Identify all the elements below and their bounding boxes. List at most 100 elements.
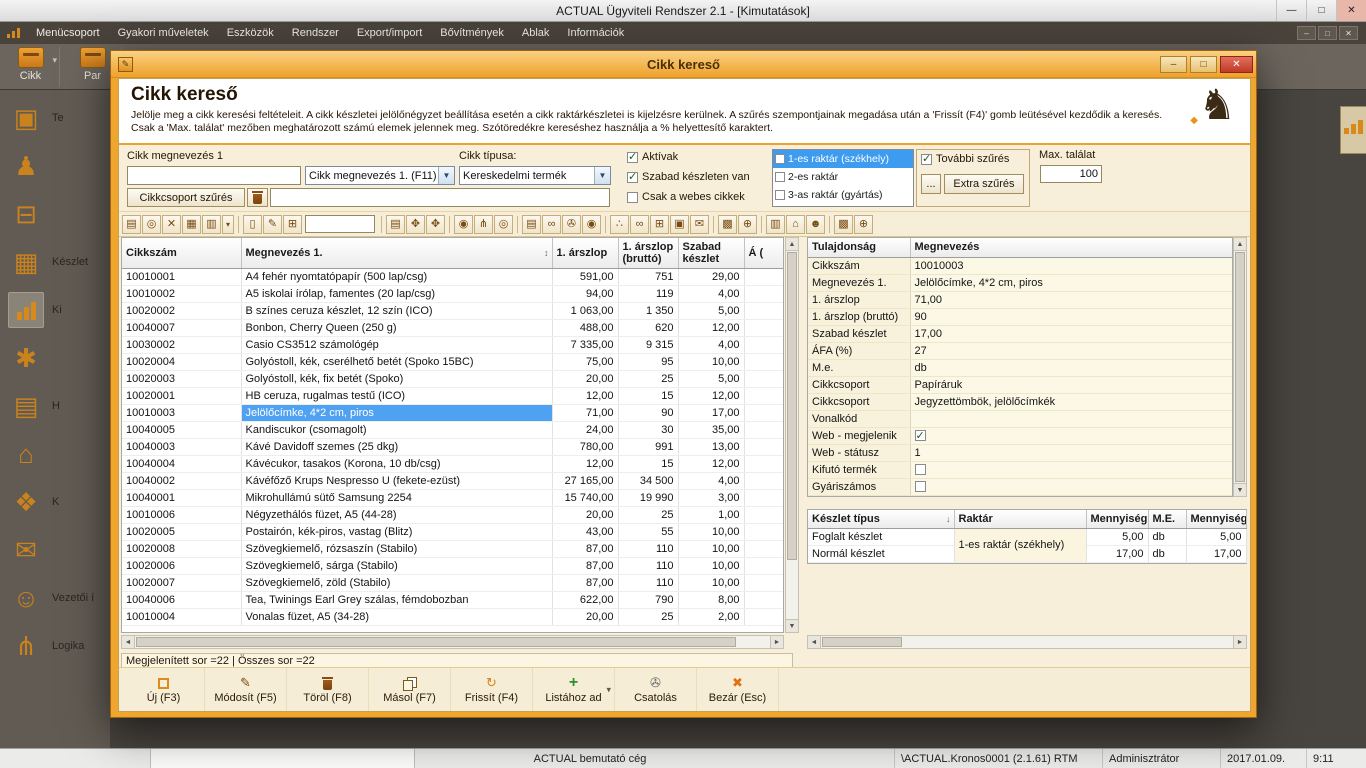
- cikkcsoport-filter-button[interactable]: Cikkcsoport szűrés: [127, 188, 245, 207]
- mdi-restore-button[interactable]: □: [1318, 26, 1337, 40]
- result-cell[interactable]: 34 500: [618, 472, 678, 489]
- details-vertical-scrollbar[interactable]: ▲ ▼: [1233, 237, 1247, 497]
- small-table-icon[interactable]: ▥: [766, 215, 785, 234]
- result-cell[interactable]: 27 165,00: [552, 472, 618, 489]
- col-megnevezes-detail[interactable]: Megnevezés: [910, 238, 1232, 257]
- result-cell[interactable]: Négyzethálós füzet, A5 (44-28): [241, 506, 552, 523]
- notes-icon[interactable]: ▤: [522, 215, 541, 234]
- result-cell[interactable]: 30: [618, 421, 678, 438]
- dropdown-caret-icon[interactable]: ▾: [606, 684, 611, 695]
- result-cell[interactable]: 10,00: [678, 574, 744, 591]
- scrollbar-thumb[interactable]: [1235, 252, 1245, 482]
- result-cell[interactable]: 790: [618, 591, 678, 608]
- sort-indicator-icon[interactable]: ↓: [946, 513, 951, 525]
- result-cell[interactable]: 1 063,00: [552, 302, 618, 319]
- dialog-close-button[interactable]: ✕: [1220, 56, 1253, 73]
- refresh-button[interactable]: ↻Frissít (F4): [451, 668, 533, 711]
- details-horizontal-scrollbar[interactable]: ◄ ►: [807, 635, 1247, 649]
- result-cell[interactable]: 780,00: [552, 438, 618, 455]
- type-select[interactable]: Kereskedelmi termék ▼: [459, 166, 611, 185]
- delete-button[interactable]: Töröl (F8): [287, 668, 369, 711]
- result-cell[interactable]: 19 990: [618, 489, 678, 506]
- result-cell[interactable]: Kávéfőző Krups Nespresso U (fekete-ezüst…: [241, 472, 552, 489]
- dropdown-caret-icon[interactable]: ▾: [222, 215, 234, 234]
- result-cell[interactable]: 8,00: [678, 591, 744, 608]
- clipboard-icon[interactable]: ▤: [386, 215, 405, 234]
- clear-group-filter-button[interactable]: [247, 188, 268, 207]
- menu-item-rendszer[interactable]: Rendszer: [283, 22, 348, 44]
- col-me[interactable]: M.E.: [1148, 510, 1186, 528]
- result-cell[interactable]: Szövegkiemelő, zöld (Stabilo): [241, 574, 552, 591]
- result-cell[interactable]: 94,00: [552, 285, 618, 302]
- hierarchy-icon[interactable]: ⋔: [474, 215, 493, 234]
- result-cell[interactable]: 87,00: [552, 540, 618, 557]
- result-cell[interactable]: Szövegkiemelő, rózsaszín (Stabilo): [241, 540, 552, 557]
- link-icon[interactable]: ∞: [542, 215, 561, 234]
- result-cell[interactable]: 3,00: [678, 489, 744, 506]
- scroll-left-icon[interactable]: ◄: [122, 636, 135, 648]
- result-cell[interactable]: 15 740,00: [552, 489, 618, 506]
- results-vertical-scrollbar[interactable]: ▲ ▼: [785, 237, 799, 633]
- menu-item-eszk-z-k[interactable]: Eszközök: [218, 22, 283, 44]
- mdi-minimize-button[interactable]: –: [1297, 26, 1316, 40]
- aktivak-checkbox-row[interactable]: Aktívak: [627, 151, 678, 163]
- result-cell[interactable]: 20,00: [552, 506, 618, 523]
- sort-indicator-icon[interactable]: ↕: [544, 247, 549, 259]
- result-cell[interactable]: 4,00: [678, 472, 744, 489]
- result-cell[interactable]: 12,00: [552, 455, 618, 472]
- dialog-minimize-button[interactable]: –: [1160, 56, 1187, 73]
- col-mennyiseg[interactable]: Mennyiség: [1086, 510, 1148, 528]
- search-icon[interactable]: ◎: [142, 215, 161, 234]
- result-cell[interactable]: 1 350: [618, 302, 678, 319]
- menu-item-export-import[interactable]: Export/import: [348, 22, 431, 44]
- result-cell[interactable]: [744, 540, 783, 557]
- result-cell[interactable]: 43,00: [552, 523, 618, 540]
- chevron-down-icon[interactable]: ▼: [438, 167, 454, 184]
- result-cell[interactable]: [744, 489, 783, 506]
- warehouse-option[interactable]: 1-es raktár (székhely): [773, 150, 913, 168]
- pan-hand-2-icon[interactable]: ✥: [426, 215, 445, 234]
- edit-button[interactable]: ✎Módosít (F5): [205, 668, 287, 711]
- result-cell[interactable]: [744, 387, 783, 404]
- scrollbar-thumb[interactable]: [822, 637, 902, 647]
- col-mennyiseg-2[interactable]: Mennyiség: [1186, 510, 1246, 528]
- extra-szures-button[interactable]: Extra szűrés: [944, 174, 1024, 194]
- warehouse-checkbox[interactable]: [775, 154, 785, 164]
- table-row[interactable]: 10010004Vonalas füzet, A5 (34-28)20,0025…: [122, 608, 783, 625]
- window-restore-button[interactable]: □: [1306, 0, 1336, 21]
- result-cell[interactable]: [744, 336, 783, 353]
- ribbon-item-cikk[interactable]: ▾ Cikk: [2, 47, 60, 87]
- table-row[interactable]: 10020004Golyóstoll, kék, cserélhető beté…: [122, 353, 783, 370]
- right-panel-tab[interactable]: [1340, 106, 1366, 154]
- link-edit-icon[interactable]: ∞: [630, 215, 649, 234]
- table-row[interactable]: 10020008Szövegkiemelő, rózsaszín (Stabil…: [122, 540, 783, 557]
- contact-icon[interactable]: ☻: [806, 215, 825, 234]
- table-row[interactable]: 10020002B színes ceruza készlet, 12 szín…: [122, 302, 783, 319]
- result-cell[interactable]: 25: [618, 506, 678, 523]
- result-cell[interactable]: 10010003: [122, 404, 241, 421]
- tree-add-icon[interactable]: ⊞: [283, 215, 302, 234]
- result-cell[interactable]: Kávé Davidoff szemes (25 dkg): [241, 438, 552, 455]
- new-button[interactable]: Új (F3): [123, 668, 205, 711]
- result-cell[interactable]: 7 335,00: [552, 336, 618, 353]
- result-cell[interactable]: A5 iskolai írólap, famentes (20 lap/csg): [241, 285, 552, 302]
- result-cell[interactable]: 10020004: [122, 353, 241, 370]
- menu-item-men-csoport[interactable]: Menücsoport: [27, 22, 109, 44]
- category-grid-icon[interactable]: ▩: [834, 215, 853, 234]
- result-cell[interactable]: Golyóstoll, kék, cserélhető betét (Spoko…: [241, 353, 552, 370]
- table-row[interactable]: 10020003Golyóstoll, kék, fix betét (Spok…: [122, 370, 783, 387]
- result-cell[interactable]: 5,00: [678, 302, 744, 319]
- result-cell[interactable]: 87,00: [552, 557, 618, 574]
- col-megnevezes[interactable]: Megnevezés 1.↕: [241, 238, 552, 268]
- result-cell[interactable]: 25: [618, 608, 678, 625]
- menu-item-b-v-tm-nyek[interactable]: Bővítmények: [431, 22, 513, 44]
- result-cell[interactable]: [744, 455, 783, 472]
- attach-icon[interactable]: ✇: [562, 215, 581, 234]
- result-cell[interactable]: [744, 404, 783, 421]
- chevron-down-icon[interactable]: ▾: [52, 55, 57, 66]
- result-cell[interactable]: [744, 421, 783, 438]
- result-cell[interactable]: Bonbon, Cherry Queen (250 g): [241, 319, 552, 336]
- preview-link-icon[interactable]: ◉: [582, 215, 601, 234]
- sidebar-item[interactable]: ♟: [0, 144, 110, 188]
- result-cell[interactable]: 10010004: [122, 608, 241, 625]
